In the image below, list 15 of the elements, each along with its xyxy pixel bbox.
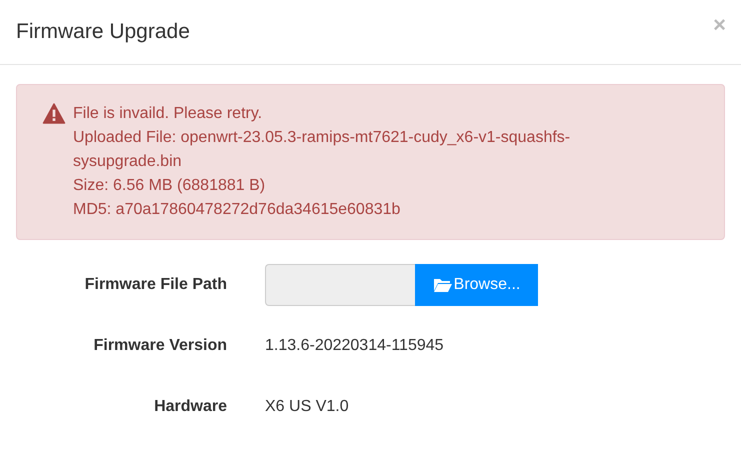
file-path-field[interactable] bbox=[265, 264, 415, 306]
field-value: 1.13.6-20220314-115945 bbox=[265, 337, 444, 355]
field-label: Hardware bbox=[153, 398, 227, 416]
field-value: X6 US V1.0 bbox=[265, 398, 349, 416]
field-label: Firmware Version bbox=[92, 337, 227, 355]
alert-text: File is invaild. Please retry. bbox=[73, 104, 264, 124]
warning-icon bbox=[42, 103, 66, 124]
alert-text: Uploaded File: openwrt-23.05.3-ramips-mt7621-cudy_x6-v1-squashfs-sysupgrade.bin bbox=[73, 128, 572, 172]
alert-text: MD5: a70a17860478272d76da34615e60831b bbox=[73, 200, 402, 220]
folder-icon bbox=[432, 277, 453, 293]
dialog-title: Firmware Upgrade bbox=[16, 20, 190, 44]
browse-button[interactable]: Browse... bbox=[415, 264, 538, 306]
alert-text: Size: 6.56 MB (6881881 B) bbox=[73, 176, 266, 196]
close-button[interactable]: × bbox=[713, 12, 726, 38]
field-label: Firmware File Path bbox=[84, 276, 227, 294]
